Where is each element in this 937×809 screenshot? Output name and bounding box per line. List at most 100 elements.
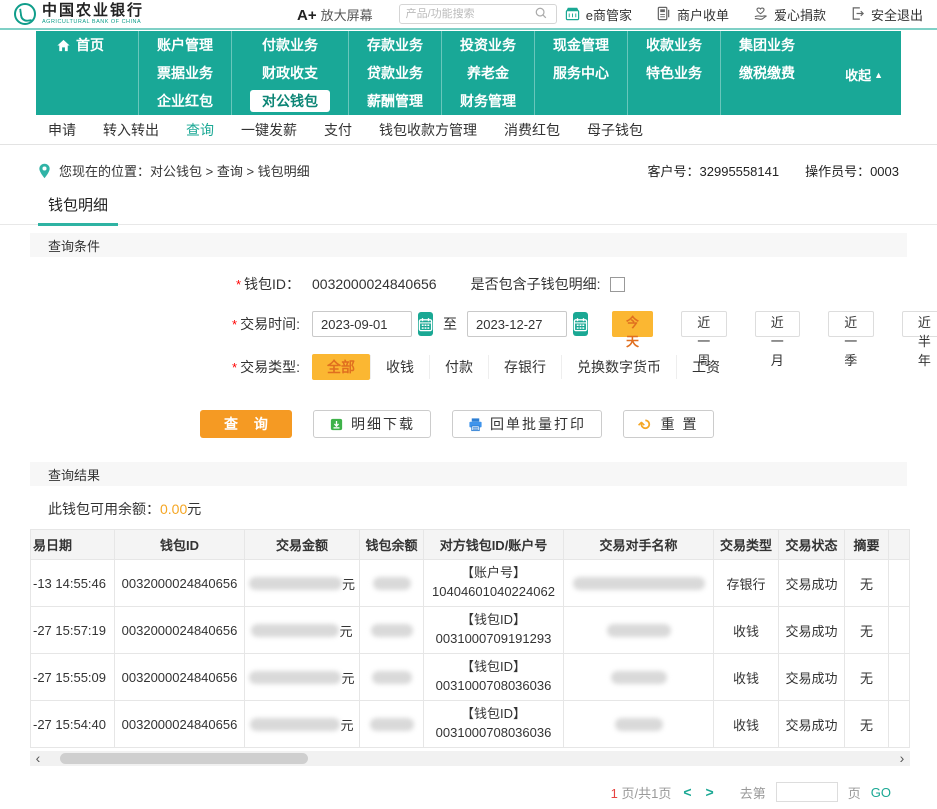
query-button[interactable]: 查 询 [200, 410, 292, 438]
subnav-apply[interactable]: 申请 [48, 120, 76, 140]
tab-wallet-detail[interactable]: 钱包明细 [48, 194, 108, 224]
calendar-to-icon[interactable] [573, 312, 588, 336]
menu-item-account-mgmt[interactable]: 账户管理 [139, 31, 231, 59]
menu-item-group-business[interactable]: 集团业务 [721, 31, 813, 59]
cell-trade-date: -27 15:54:40 [31, 701, 115, 747]
wallet-id-value: 0032000024840656 [312, 276, 437, 292]
date-to-input[interactable] [467, 311, 567, 337]
range-halfyear-button[interactable]: 近半年 [902, 311, 937, 337]
menu-item-home[interactable]: 首页 [46, 31, 138, 59]
table-row[interactable]: -13 14:55:46 0032000024840656 元 【账户号】 10… [31, 560, 909, 607]
goto-label: 去第 [740, 783, 766, 802]
menu-label: 存款业务 [367, 35, 423, 55]
session-info: 客户号：32995558141 操作员号：0003 [648, 161, 899, 180]
counterparty-type: 【钱包ID】 [461, 658, 526, 677]
quicklink-merchant-acquiring[interactable]: 商户收单 [656, 5, 729, 24]
menu-item-deposit[interactable]: 存款业务 [349, 31, 441, 59]
subnav-parent-child-wallet[interactable]: 母子钱包 [587, 120, 643, 140]
quicklink-eshop[interactable]: e商管家 [565, 5, 632, 24]
table-horizontal-scrollbar[interactable]: ‹ › [30, 751, 910, 766]
counterparty-id: 0031000708036036 [436, 677, 552, 696]
menu-item-investment[interactable]: 投资业务 [442, 31, 534, 59]
logout-icon [850, 6, 866, 22]
go-button[interactable]: GO [871, 785, 891, 800]
menu-item-bill-business[interactable]: 票据业务 [139, 59, 231, 87]
menu-label: 投资业务 [460, 35, 516, 55]
cell-trade-date: -27 15:57:19 [31, 607, 115, 653]
menu-item-service-center[interactable]: 服务中心 [535, 59, 627, 87]
type-receive-button[interactable]: 收钱 [370, 355, 429, 379]
col-wallet-balance: 钱包余额 [360, 530, 424, 559]
download-detail-button[interactable]: 明细下载 [313, 410, 431, 438]
balance-unit: 元 [187, 501, 201, 517]
scrollbar-track[interactable] [46, 751, 894, 766]
download-icon [329, 417, 344, 432]
menu-item-payment-business[interactable]: 付款业务 [232, 31, 348, 59]
trade-time-label-text: 交易时间: [240, 316, 300, 332]
next-page-icon[interactable]: > [704, 784, 716, 800]
type-salary-button[interactable]: 工资 [676, 355, 735, 379]
zoom-a-plus[interactable]: A+ [297, 7, 317, 24]
date-from-input[interactable] [312, 311, 412, 337]
menu-item-special-business[interactable]: 特色业务 [628, 59, 720, 87]
quicklink-logout[interactable]: 安全退出 [850, 5, 923, 24]
customer-number: 客户号：32995558141 [648, 161, 780, 180]
menu-item-corporate-wallet[interactable]: 对公钱包 [232, 87, 348, 115]
type-exchange-digital-currency-button[interactable]: 兑换数字货币 [561, 355, 676, 379]
quicklink-donation[interactable]: 爱心捐款 [753, 5, 826, 24]
menu-collapse-button[interactable]: 收起 ▲ [845, 65, 883, 84]
screen-zoom-control[interactable]: A+ 放大屏幕 [297, 5, 373, 24]
menu-col-6: 收款业务 特色业务 [627, 31, 720, 115]
search-input[interactable] [406, 8, 534, 20]
range-week-button[interactable]: 近一周 [681, 311, 727, 337]
scroll-right-icon[interactable]: › [894, 751, 910, 766]
subnav-consume-redpacket[interactable]: 消费红包 [504, 120, 560, 140]
total-pages: 页/共1页 [622, 786, 672, 801]
type-all-button[interactable]: 全部 [312, 354, 370, 380]
product-search[interactable] [399, 4, 557, 24]
include-sub-wallet-checkbox[interactable] [610, 277, 625, 292]
menu-item-collection[interactable]: 收款业务 [628, 31, 720, 59]
subnav-one-key-salary[interactable]: 一键发薪 [241, 120, 297, 140]
menu-item-tax-payment[interactable]: 缴税缴费 [721, 59, 813, 87]
prev-page-icon[interactable]: < [681, 784, 693, 800]
table-row[interactable]: -27 15:55:09 0032000024840656 元 【钱包ID】 0… [31, 654, 909, 701]
operator-number: 操作员号：0003 [805, 161, 899, 180]
subnav-transfer[interactable]: 转入转出 [103, 120, 159, 140]
subnav-query[interactable]: 查询 [186, 120, 214, 140]
counterparty-type: 【钱包ID】 [461, 611, 526, 630]
redacted-amount [249, 577, 342, 590]
table-header-row: 易日期 钱包ID 交易金额 钱包余额 对方钱包ID/账户号 交易对手名称 交易类… [31, 530, 909, 560]
reset-button[interactable]: ↻ 重 置 [623, 410, 714, 438]
menu-col-1: 账户管理 票据业务 企业红包 [138, 31, 231, 115]
scrollbar-thumb[interactable] [60, 753, 308, 764]
menu-item-fiscal[interactable]: 财政收支 [232, 59, 348, 87]
type-pay-button[interactable]: 付款 [429, 355, 488, 379]
menu-label: 财务管理 [460, 91, 516, 111]
batch-print-receipt-button[interactable]: 回单批量打印 [452, 410, 602, 438]
range-month-button[interactable]: 近一月 [755, 311, 801, 337]
range-today-button[interactable]: 今天 [612, 311, 653, 337]
scroll-left-icon[interactable]: ‹ [30, 751, 46, 766]
menu-item-salary-mgmt[interactable]: 薪酬管理 [349, 87, 441, 115]
query-conditions-title: 查询条件 [48, 236, 100, 255]
cell-wallet-balance [360, 654, 424, 700]
menu-item-pension[interactable]: 养老金 [442, 59, 534, 87]
menu-item-loan[interactable]: 贷款业务 [349, 59, 441, 87]
redacted-amount [249, 671, 341, 684]
type-deposit-bank-button[interactable]: 存银行 [488, 355, 561, 379]
subnav-payee-mgmt[interactable]: 钱包收款方管理 [379, 120, 477, 140]
search-icon[interactable] [534, 6, 550, 22]
subnav-pay[interactable]: 支付 [324, 120, 352, 140]
calendar-from-icon[interactable] [418, 312, 433, 336]
menu-item-cash-mgmt[interactable]: 现金管理 [535, 31, 627, 59]
cell-summary: 无 [845, 654, 889, 700]
cell-trade-status: 交易成功 [779, 560, 845, 606]
cell-trade-status: 交易成功 [779, 701, 845, 747]
goto-page-input[interactable] [776, 782, 838, 802]
menu-item-finance-mgmt[interactable]: 财务管理 [442, 87, 534, 115]
table-row[interactable]: -27 15:54:40 0032000024840656 元 【钱包ID】 0… [31, 701, 909, 748]
range-quarter-button[interactable]: 近一季 [828, 311, 874, 337]
table-row[interactable]: -27 15:57:19 0032000024840656 元 【钱包ID】 0… [31, 607, 909, 654]
menu-item-corp-redpacket[interactable]: 企业红包 [139, 87, 231, 115]
